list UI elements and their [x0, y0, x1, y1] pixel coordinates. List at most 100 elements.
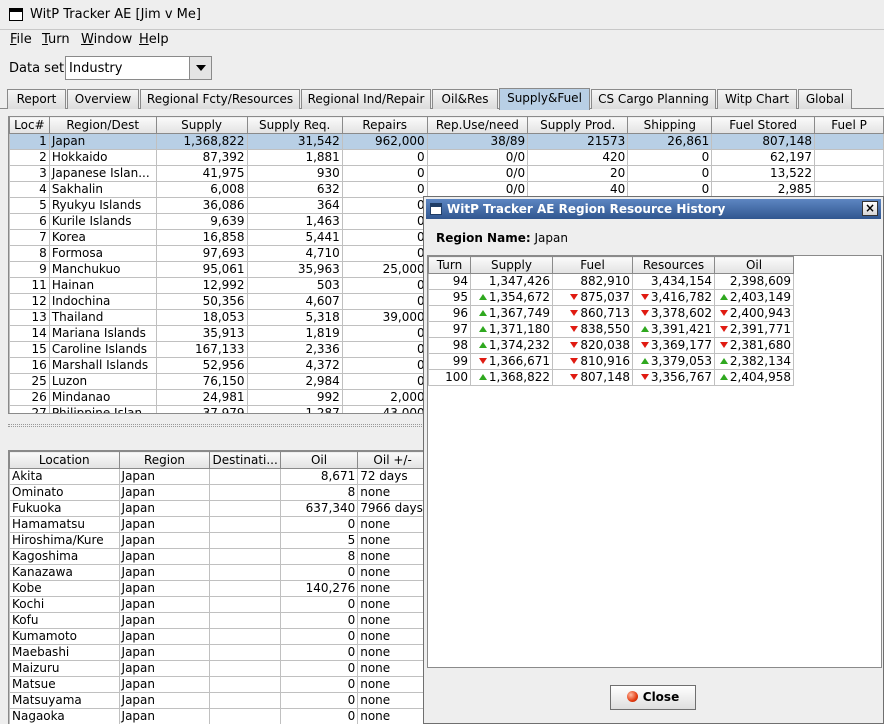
supply-cell: 5	[9, 197, 50, 214]
location-table-row[interactable]: Ominato Japan 8 none	[9, 484, 428, 501]
location-cell: none	[357, 660, 428, 677]
supply-cell: 0	[341, 165, 428, 182]
location-column-header[interactable]: Oil	[279, 451, 359, 469]
trend-down-icon	[570, 310, 579, 316]
location-table-row[interactable]: Kanazawa Japan 0 none	[9, 564, 428, 581]
supply-column-header[interactable]: Fuel Stored	[711, 116, 816, 134]
supply-column-header[interactable]: Supply Req.	[246, 116, 343, 134]
location-cell: Japan	[118, 516, 211, 533]
supply-column-header[interactable]: Supply Prod.	[527, 116, 629, 134]
history-column-header[interactable]: Oil	[714, 256, 794, 274]
tab-regional-fcty-resources[interactable]: Regional Fcty/Resources	[140, 89, 300, 109]
supply-cell: 0	[341, 373, 428, 390]
supply-table-row[interactable]: 3 Japanese Islan... 41,975 930 0 0/0 20 0 13,522	[9, 165, 884, 182]
trend-down-icon	[719, 342, 728, 348]
menu-turn[interactable]: Turn	[42, 32, 70, 47]
history-column-header[interactable]: Fuel	[552, 256, 633, 274]
supply-column-header[interactable]: Rep.Use/need	[426, 116, 529, 134]
history-table-row[interactable]: 94 1,347,426 882,910 3,434,154 2,398,609	[428, 273, 794, 290]
history-column-header[interactable]: Turn	[428, 256, 471, 274]
supply-cell: 2,984	[246, 373, 343, 390]
location-table-row[interactable]: Hiroshima/Kure Japan 5 none	[9, 532, 428, 549]
location-table-row[interactable]: Fukuoka Japan 637,340 7966 days	[9, 500, 428, 517]
location-table-pane[interactable]: Location Region Destinati... Oil Oil +/- Aki…	[8, 451, 428, 724]
tab-witp-chart[interactable]: Witp Chart	[717, 89, 797, 109]
history-supply-cell: 1,368,822	[470, 369, 553, 386]
tab-global[interactable]: Global	[798, 89, 852, 109]
location-cell: Kumamoto	[9, 628, 120, 645]
location-cell: Japan	[118, 468, 211, 485]
supply-cell: 1,819	[246, 325, 343, 342]
menu-window[interactable]: Window	[81, 32, 132, 47]
supply-cell: 167,133	[155, 341, 248, 358]
history-table-row[interactable]: 97 1,371,180 838,550 3,391,421 2,391,771	[428, 321, 794, 338]
supply-cell: Kurile Islands	[48, 213, 157, 230]
tab-supply-fuel[interactable]: Supply&Fuel	[499, 88, 590, 110]
history-table-row[interactable]: 95 1,354,672 875,037 3,416,782 2,403,149	[428, 289, 794, 306]
location-table-row[interactable]: Kumamoto Japan 0 none	[9, 628, 428, 645]
history-column-header[interactable]: Resources	[632, 256, 715, 274]
location-table-row[interactable]: Kobe Japan 140,276 none	[9, 580, 428, 597]
trend-up-icon	[478, 374, 487, 380]
location-column-header[interactable]: Region	[118, 451, 211, 469]
dataset-select[interactable]: Industry	[65, 56, 212, 80]
history-value: 3,379,053	[650, 354, 712, 369]
supply-column-header[interactable]: Fuel P	[814, 116, 884, 134]
supply-column-header[interactable]: Region/Dest	[48, 116, 157, 134]
trend-up-icon	[478, 294, 487, 300]
location-table-row[interactable]: Maebashi Japan 0 none	[9, 644, 428, 661]
tab-report[interactable]: Report	[7, 89, 66, 109]
location-cell: 637,340	[279, 500, 359, 517]
history-column-header[interactable]: Supply	[470, 256, 553, 274]
supply-column-header[interactable]: Shipping	[627, 116, 713, 134]
location-table-row[interactable]: Nagaoka Japan 0 none	[9, 708, 428, 724]
location-table-row[interactable]: Matsuyama Japan 0 none	[9, 692, 428, 709]
supply-column-header[interactable]: Supply	[155, 116, 248, 134]
menu-file[interactable]: File	[10, 32, 32, 47]
history-table-pane[interactable]: Turn Supply Fuel Resources Oil 94 1,347,426 88…	[427, 255, 882, 668]
tab-overview[interactable]: Overview	[67, 89, 139, 109]
location-table-row[interactable]: Maizuru Japan 0 none	[9, 660, 428, 677]
dialog-close-icon[interactable]: ×	[862, 201, 878, 216]
supply-cell: 31,542	[246, 133, 343, 150]
close-ball-icon	[626, 691, 638, 702]
tab-oil-res[interactable]: Oil&Res	[432, 89, 498, 109]
supply-cell: 39,000	[341, 309, 428, 326]
supply-column-header[interactable]: Loc#	[9, 116, 50, 134]
location-table-row[interactable]: Kochi Japan 0 none	[9, 596, 428, 613]
pane-splitter[interactable]	[8, 413, 428, 451]
location-table-row[interactable]: Kagoshima Japan 8 none	[9, 548, 428, 565]
supply-column-header[interactable]: Repairs	[341, 116, 428, 134]
location-table-row[interactable]: Kofu Japan 0 none	[9, 612, 428, 629]
supply-cell: 52,956	[155, 357, 248, 374]
location-table-row[interactable]: Matsue Japan 0 none	[9, 676, 428, 693]
history-table-row[interactable]: 100 1,368,822 807,148 3,356,767 2,404,958	[428, 369, 794, 386]
history-table-row[interactable]: 98 1,374,232 820,038 3,369,177 2,381,680	[428, 337, 794, 354]
close-button[interactable]: Close	[610, 685, 696, 710]
location-column-header[interactable]: Destinati...	[209, 451, 281, 469]
history-resources-cell: 3,434,154	[632, 273, 715, 290]
location-cell: 7966 days	[357, 500, 428, 517]
supply-cell: 4,607	[246, 293, 343, 310]
history-table-row[interactable]: 99 1,366,671 810,916 3,379,053 2,382,134	[428, 353, 794, 370]
supply-cell: 26,861	[627, 133, 713, 150]
history-value: 3,434,154	[650, 274, 712, 289]
history-value: 875,037	[580, 290, 630, 305]
location-cell: none	[357, 548, 428, 565]
location-column-header[interactable]: Location	[9, 451, 120, 469]
supply-table-row[interactable]: 2 Hokkaido 87,392 1,881 0 0/0 420 0 62,197	[9, 149, 884, 166]
tab-regional-ind-repair[interactable]: Regional Ind/Repair	[301, 89, 431, 109]
tab-cs-cargo-planning[interactable]: CS Cargo Planning	[591, 89, 716, 109]
dataset-dropdown-button[interactable]	[189, 57, 211, 79]
location-table-row[interactable]: Akita Japan 8,671 72 days	[9, 468, 428, 485]
supply-table-row[interactable]: 1 Japan 1,368,822 31,542 962,000 38/89 21573 26…	[9, 133, 884, 150]
region-name-label: Region Name:	[436, 231, 531, 245]
dialog-titlebar[interactable]: WitP Tracker AE Region Resource History …	[426, 199, 881, 219]
location-column-header[interactable]: Oil +/-	[357, 451, 428, 469]
history-value: 2,381,680	[729, 338, 791, 353]
history-table-row[interactable]: 96 1,367,749 860,713 3,378,602 2,400,943	[428, 305, 794, 322]
window-titlebar[interactable]: WitP Tracker AE [Jim v Me]	[0, 0, 884, 30]
supply-cell: 5,441	[246, 229, 343, 246]
menu-help[interactable]: Help	[139, 32, 169, 47]
location-table-row[interactable]: Hamamatsu Japan 0 none	[9, 516, 428, 533]
